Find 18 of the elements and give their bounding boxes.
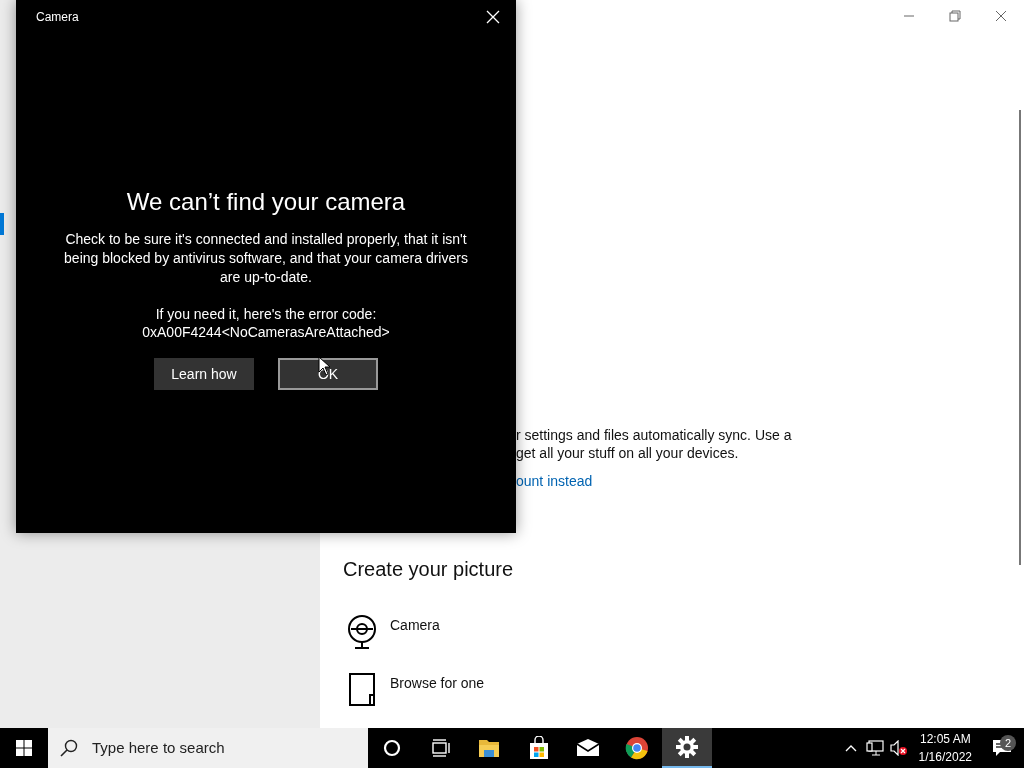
description-text: r settings and files automatically sync. Use a [516, 426, 793, 444]
description-text: get all your stuff on all your devices. [516, 444, 740, 462]
error-message: Check to be sure it's connected and installed properly, that it isn't being blocked by antivirus software, and that your camera drivers are up-to-date. [63, 230, 469, 287]
error-code: 0xA00F4244<NoCamerasAreAttached> [142, 323, 390, 341]
clock[interactable]: 12:05 AM 1/16/2022 [910, 730, 980, 766]
search-box[interactable]: Type here to search [48, 728, 368, 768]
clock-date: 1/16/2022 [918, 749, 972, 766]
notification-count: 2 [1000, 735, 1016, 751]
account-link[interactable]: ount instead [516, 471, 1024, 492]
option-label[interactable]: Camera [390, 615, 440, 649]
error-heading: We can’t find your camera [126, 187, 406, 217]
error-code-label: If you need it, here's the error code: [154, 305, 378, 323]
option-label[interactable]: Browse for one [390, 673, 485, 707]
dialog-button[interactable]: Learn how [154, 358, 254, 390]
clock-time: 12:05 AM [918, 731, 972, 748]
window-title: Camera [36, 9, 79, 26]
search-field[interactable]: Type here to search [90, 735, 350, 761]
section-title: Create your picture [343, 557, 515, 582]
